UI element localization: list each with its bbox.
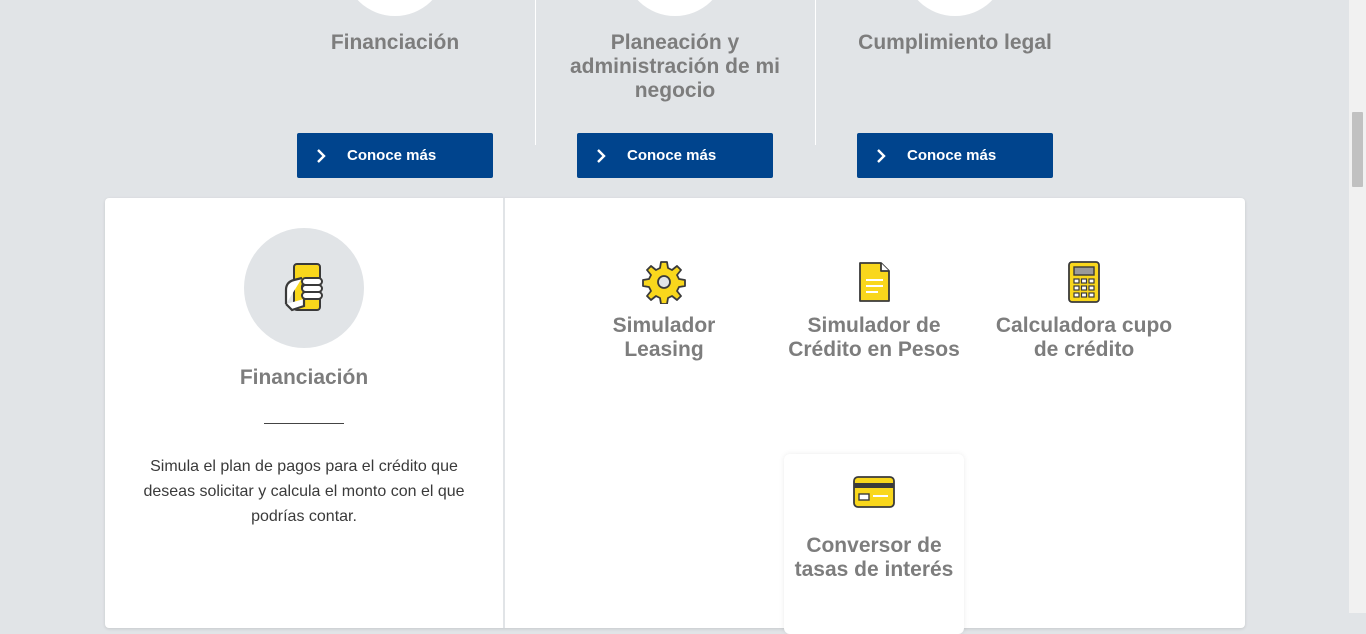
- panel-divider: [503, 198, 505, 628]
- category-cumplimiento: Cumplimiento legal: [815, 0, 1095, 145]
- tool-label: Simulador de Crédito en Pesos: [788, 314, 960, 361]
- page-scrollbar[interactable]: [1349, 0, 1366, 613]
- calculator-icon: [1068, 261, 1100, 303]
- tool-label: Conversor de tasas de interés: [794, 534, 954, 581]
- financiacion-icon-circle: [244, 228, 364, 348]
- chevron-right-icon: [317, 148, 326, 163]
- tool-label: Calculadora cupo de crédito: [995, 314, 1173, 361]
- scrollbar-thumb[interactable]: [1352, 112, 1363, 187]
- title-underline: [264, 423, 344, 424]
- document-icon: [859, 262, 890, 302]
- button-label: Conoce más: [347, 147, 437, 164]
- conoce-mas-financiacion-button[interactable]: Conoce más: [297, 133, 493, 178]
- financiacion-title: Financiación: [239, 366, 369, 389]
- category-icon-circle: [345, 0, 445, 16]
- gear-icon: [642, 261, 686, 304]
- financiacion-description: Simula el plan de pagos para el crédito …: [143, 458, 465, 525]
- simulador-credito-pesos-link[interactable]: Simulador de Crédito en Pesos: [784, 260, 964, 362]
- card-icon: [853, 476, 895, 508]
- chevron-right-icon: [597, 148, 606, 163]
- conoce-mas-planeacion-button[interactable]: Conoce más: [577, 133, 773, 178]
- conversor-tasas-link[interactable]: Conversor de tasas de interés: [784, 454, 964, 634]
- tool-label: Simulador Leasing: [612, 314, 716, 361]
- category-title: Cumplimiento legal: [858, 31, 1052, 54]
- category-planeacion: Planeación y administración de mi negoci…: [535, 0, 815, 145]
- simulador-leasing-link[interactable]: Simulador Leasing: [574, 260, 754, 362]
- button-label: Conoce más: [627, 147, 717, 164]
- category-icon-circle: [625, 0, 725, 16]
- button-label: Conoce más: [907, 147, 997, 164]
- category-title: Financiación: [330, 31, 460, 54]
- calculadora-cupo-link[interactable]: Calculadora cupo de crédito: [994, 260, 1174, 362]
- chevron-right-icon: [877, 148, 886, 163]
- category-financiacion: Financiación: [255, 0, 535, 145]
- hand-money-icon: [284, 263, 323, 312]
- category-icon-circle: [905, 0, 1005, 16]
- category-title: Planeación y administración de mi negoci…: [569, 31, 781, 102]
- conoce-mas-cumplimiento-button[interactable]: Conoce más: [857, 133, 1053, 178]
- financiacion-panel: Financiación Simula el plan de pagos par…: [105, 198, 503, 628]
- simulators-card: Financiación Simula el plan de pagos par…: [105, 198, 1245, 634]
